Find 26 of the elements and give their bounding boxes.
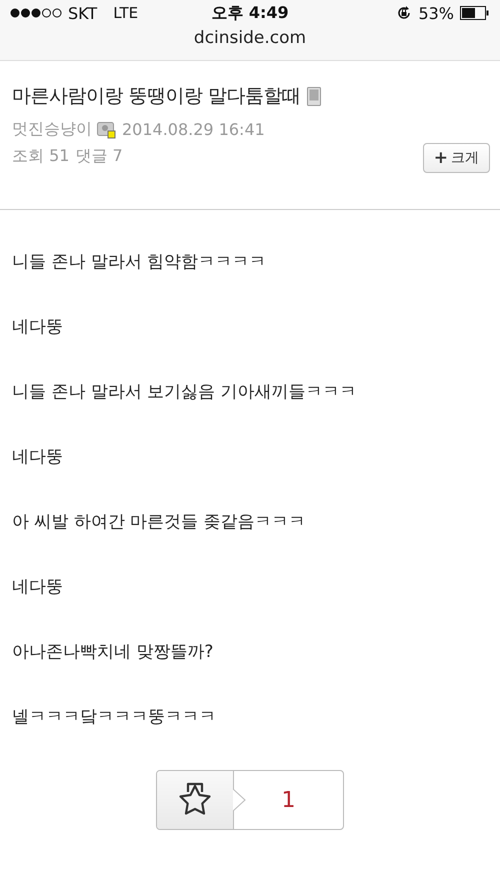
comment-count: 댓글 7	[75, 146, 123, 167]
pointer-arrow-icon	[233, 789, 247, 811]
post-text-line: 니들 존나 말라서 힘약함ㅋㅋㅋㅋ	[12, 251, 268, 274]
clock: 오후 4:49	[211, 2, 289, 22]
post-date: 2014.08.29 16:41	[122, 120, 265, 139]
post-text-line: 네다뚱	[12, 576, 64, 599]
post-text-line: 넬ㅋㅋㅋ닼ㅋㅋㅋ뚱ㅋㅋㅋ	[12, 706, 217, 729]
network-type: LTE	[113, 4, 138, 22]
post-text-line: 네다뚱	[12, 316, 64, 339]
mobile-phone-icon	[306, 86, 321, 106]
enlarge-text-button[interactable]: + 크게	[422, 143, 490, 173]
rotation-lock-icon	[396, 5, 412, 21]
user-badge-icon	[97, 120, 117, 138]
post-text-line: 니들 존나 말라서 보기싫음 기아새끼들ㅋㅋㅋ	[12, 381, 358, 404]
post-title: 마른사람이랑 뚱땡이랑 말다툼할때	[12, 84, 301, 109]
url-text[interactable]: dcinside.com	[194, 28, 306, 48]
recommend-button[interactable]	[157, 771, 234, 829]
signal-icon	[10, 8, 62, 18]
battery-percent: 53%	[418, 4, 454, 22]
post-text-line: 네다뚱	[12, 446, 64, 469]
post-text-line: 아 씨발 하여간 마른것들 좆같음ㅋㅋㅋ	[12, 511, 307, 534]
recommend-count: 1	[282, 788, 296, 812]
battery-icon	[460, 6, 490, 20]
view-count: 조회 51	[12, 146, 70, 167]
post-text-line: 아나존나빡치네 맞짱뜰까?	[12, 641, 214, 664]
carrier: SKT	[68, 4, 98, 22]
